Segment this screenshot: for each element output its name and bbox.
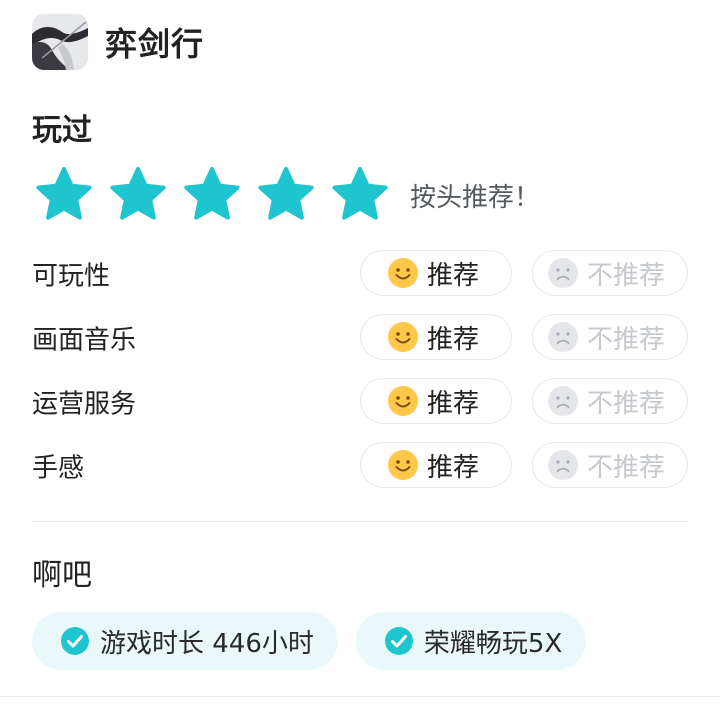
not-recommend-button[interactable]: 不推荐 xyxy=(532,314,688,360)
recommend-label: 推荐 xyxy=(427,452,480,483)
sad-face-icon xyxy=(548,322,578,352)
rating-text: 按头推荐！ xyxy=(410,182,541,213)
smile-face-icon xyxy=(388,386,418,416)
smile-face-icon xyxy=(388,258,418,288)
star-icon[interactable] xyxy=(182,165,242,225)
recommend-label: 推荐 xyxy=(427,260,480,291)
game-cover-icon[interactable] xyxy=(32,14,88,70)
smile-face-icon xyxy=(388,450,418,480)
device-tag: 荣耀畅玩5X xyxy=(355,612,587,670)
recommend-button[interactable]: 推荐 xyxy=(360,378,512,424)
play-time-tag: 游戏时长 446小时 xyxy=(32,612,338,670)
not-recommend-button[interactable]: 不推荐 xyxy=(532,442,688,488)
star-icon[interactable] xyxy=(108,165,168,225)
sad-face-icon xyxy=(548,450,578,480)
aspect-row-visuals-music: 画面音乐 推荐 不推荐 xyxy=(32,314,688,362)
played-label: 玩过 xyxy=(32,113,92,148)
tag-list: 游戏时长 446小时 荣耀畅玩5X xyxy=(32,612,604,670)
star-icon[interactable] xyxy=(256,165,316,225)
review-text: 啊吧 xyxy=(32,558,92,593)
smile-face-icon xyxy=(388,322,418,352)
not-recommend-button[interactable]: 不推荐 xyxy=(532,378,688,424)
tag-text: 荣耀畅玩5X xyxy=(423,628,563,659)
not-recommend-label: 不推荐 xyxy=(587,452,666,483)
rating-row: 按头推荐！ xyxy=(34,165,540,225)
recommend-button[interactable]: 推荐 xyxy=(360,250,512,296)
game-header: 弈剑行 xyxy=(32,13,204,71)
aspect-row-operations: 运营服务 推荐 不推荐 xyxy=(32,378,688,426)
sad-face-icon xyxy=(548,258,578,288)
recommend-label: 推荐 xyxy=(427,388,480,419)
star-icon[interactable] xyxy=(34,165,94,225)
aspect-row-playability: 可玩性 推荐 不推荐 xyxy=(32,250,688,298)
not-recommend-label: 不推荐 xyxy=(587,324,666,355)
aspect-label: 画面音乐 xyxy=(32,325,137,356)
not-recommend-label: 不推荐 xyxy=(587,260,666,291)
check-circle-icon xyxy=(384,627,413,655)
check-circle-icon xyxy=(61,627,89,655)
bottom-divider xyxy=(0,696,720,697)
recommend-label: 推荐 xyxy=(427,324,480,355)
recommend-button[interactable]: 推荐 xyxy=(360,314,512,360)
star-icon[interactable] xyxy=(330,165,390,225)
aspect-label: 运营服务 xyxy=(32,389,137,420)
tag-text: 游戏时长 446小时 xyxy=(100,628,314,659)
sad-face-icon xyxy=(548,386,578,416)
not-recommend-button[interactable]: 不推荐 xyxy=(532,250,688,296)
not-recommend-label: 不推荐 xyxy=(587,388,666,419)
aspect-row-handling: 手感 推荐 不推荐 xyxy=(32,442,688,490)
game-title: 弈剑行 xyxy=(105,25,205,63)
aspect-label: 可玩性 xyxy=(32,261,111,292)
divider xyxy=(32,521,688,522)
aspect-label: 手感 xyxy=(32,453,85,484)
recommend-button[interactable]: 推荐 xyxy=(360,442,512,488)
